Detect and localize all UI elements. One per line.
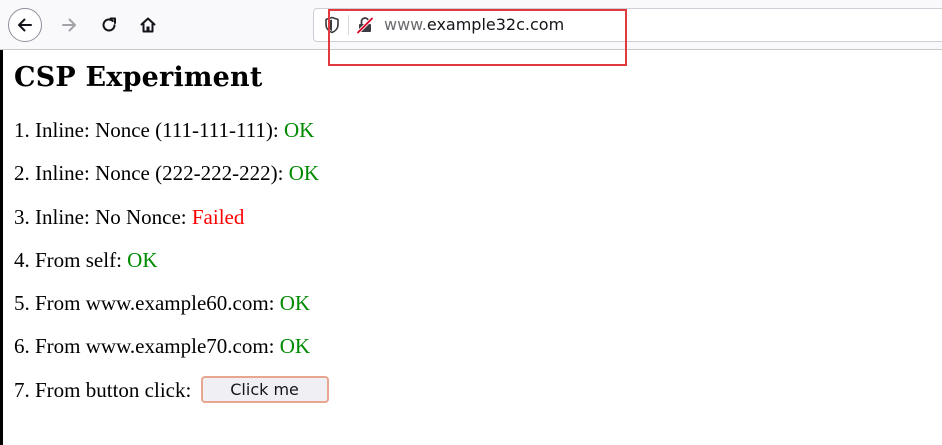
- insecure-lock-icon: [356, 17, 374, 34]
- result-label: 4. From self:: [14, 247, 128, 272]
- status-ok: OK: [127, 247, 158, 272]
- window-edge: [0, 50, 3, 445]
- home-icon: [140, 17, 156, 33]
- status-ok: OK: [288, 161, 320, 186]
- result-label: 3. Inline: No Nonce:: [14, 204, 192, 229]
- url-prefix: www.: [384, 15, 427, 34]
- click-me-button[interactable]: Click me: [200, 376, 329, 404]
- arrow-left-icon: [18, 18, 32, 32]
- home-button[interactable]: [131, 8, 165, 42]
- reload-icon: [102, 17, 116, 32]
- result-label: 1. Inline: Nonce (111-111-111):: [14, 118, 285, 142]
- tracking-protection-button[interactable]: [318, 12, 346, 38]
- status-ok: OK: [284, 118, 315, 142]
- url-text[interactable]: www.example32c.com: [384, 16, 564, 34]
- result-item: 4. From self: OK: [14, 239, 934, 282]
- result-item: 7. From button click: Click me: [14, 369, 934, 412]
- result-label: 2. Inline: Nonce (222-222-222):: [14, 161, 289, 186]
- result-item: 6. From www.example70.com: OK: [14, 325, 934, 368]
- status-ok: OK: [279, 291, 311, 316]
- forward-button[interactable]: [52, 8, 86, 42]
- result-item: 3. Inline: No Nonce: Failed: [14, 196, 934, 239]
- page-content: CSP Experiment 1. Inline: Nonce (111-111…: [14, 54, 934, 412]
- url-bar[interactable]: www.example32c.com: [313, 8, 942, 42]
- result-item: 5. From www.example60.com: OK: [14, 282, 934, 325]
- back-button[interactable]: [8, 8, 42, 42]
- site-info-button[interactable]: [354, 14, 376, 36]
- page-title: CSP Experiment: [14, 62, 263, 93]
- url-separator: [348, 15, 349, 35]
- result-label: 7. From button click:: [14, 377, 197, 402]
- result-label: 6. From www.example70.com:: [14, 334, 280, 359]
- arrow-right-icon: [62, 18, 76, 32]
- result-label: 5. From www.example60.com:: [14, 291, 280, 316]
- browser-toolbar: www.example32c.com: [0, 0, 942, 50]
- url-host: example32c.com: [426, 15, 565, 34]
- shield-icon: [325, 16, 339, 34]
- reload-button[interactable]: [92, 8, 126, 42]
- status-ok: OK: [279, 334, 311, 359]
- result-item: 2. Inline: Nonce (222-222-222): OK: [14, 152, 934, 195]
- status-failed: Failed: [191, 204, 245, 229]
- result-item: 1. Inline: Nonce (111-111-111): OK: [14, 109, 934, 152]
